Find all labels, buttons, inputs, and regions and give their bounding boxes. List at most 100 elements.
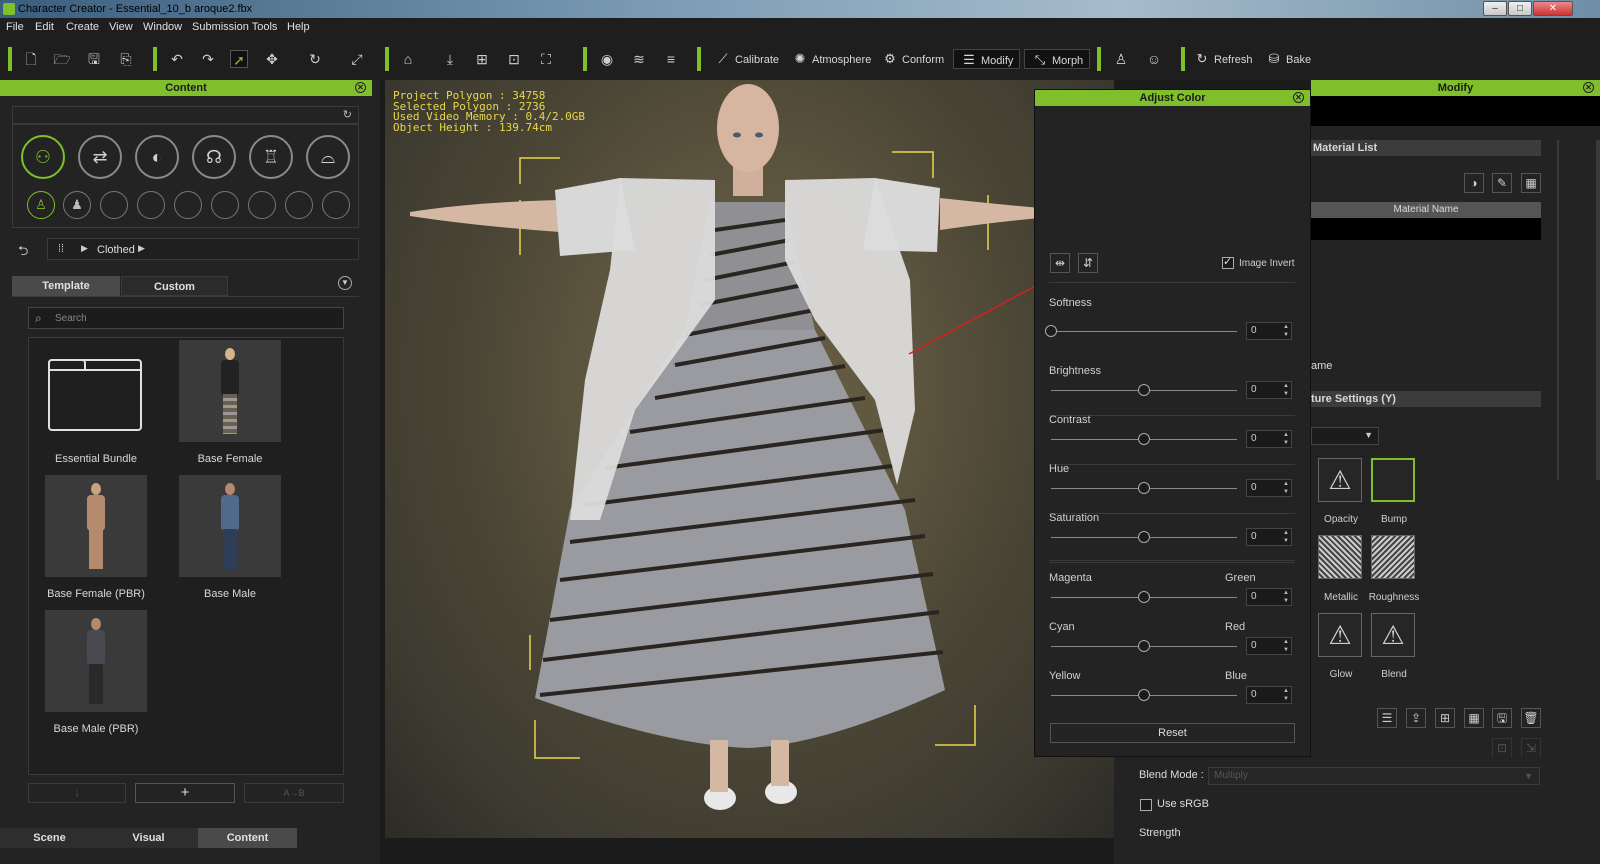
brightness-slider-knob[interactable] bbox=[1138, 384, 1150, 396]
chevron-down-icon[interactable]: ▼ bbox=[338, 276, 352, 290]
checker-icon[interactable]: ▦ bbox=[1464, 708, 1484, 728]
search-input[interactable]: ⌕ Search bbox=[28, 307, 344, 329]
breadcrumb-item[interactable]: Clothed bbox=[97, 244, 135, 256]
saturation-value-field[interactable]: 0 ▲ ▼ bbox=[1246, 528, 1292, 546]
refresh-button[interactable]: ↻ Refresh bbox=[1193, 49, 1253, 69]
folder-icon[interactable] bbox=[48, 359, 142, 431]
new-file-icon[interactable]: 🗋 bbox=[22, 50, 40, 68]
shader-icon[interactable]: ◑ bbox=[1464, 173, 1484, 193]
show-hide-icon[interactable]: ≋ bbox=[630, 50, 648, 68]
add-icon[interactable]: + bbox=[135, 783, 235, 803]
calibrate-button[interactable]: ⟋ Calibrate bbox=[714, 49, 779, 69]
tab-custom[interactable]: Custom bbox=[121, 276, 228, 296]
morph-category-icon[interactable]: ⇄ bbox=[78, 135, 122, 179]
roughness-noise-texture[interactable] bbox=[1371, 535, 1415, 579]
texture-channel-select[interactable]: ▼ bbox=[1311, 427, 1379, 445]
close-window-button[interactable]: ✕ bbox=[1533, 1, 1573, 16]
metallic-noise-texture[interactable] bbox=[1318, 535, 1362, 579]
flip-vertical-icon[interactable]: ⇵ bbox=[1078, 253, 1098, 273]
hue-value-field[interactable]: 0 ▲ ▼ bbox=[1246, 479, 1292, 497]
cloth-category-icon[interactable]: ♖ bbox=[249, 135, 293, 179]
spinner-arrows-icon[interactable]: ▲ ▼ bbox=[1282, 687, 1290, 703]
use-srgb-checkbox[interactable] bbox=[1140, 799, 1152, 811]
delete-icon[interactable]: 🗑 bbox=[1521, 708, 1541, 728]
reset-button[interactable]: Reset bbox=[1050, 723, 1295, 743]
empty-sub-slot[interactable] bbox=[174, 191, 202, 219]
save-as-icon[interactable]: ⎘ bbox=[117, 50, 135, 68]
conform-button[interactable]: ⚙ Conform bbox=[881, 49, 944, 69]
home-icon[interactable]: ⌂ bbox=[399, 50, 417, 68]
empty-sub-slot[interactable] bbox=[285, 191, 313, 219]
base-sub-icon[interactable]: ♟ bbox=[63, 191, 91, 219]
fit-icon[interactable]: ⊡ bbox=[505, 50, 523, 68]
move-icon[interactable]: ✥ bbox=[263, 50, 281, 68]
load-texture-icon[interactable]: ⇪ bbox=[1406, 708, 1426, 728]
select-arrow-icon[interactable]: ➚ bbox=[230, 50, 248, 68]
blend-slot[interactable]: ⚠ bbox=[1371, 613, 1415, 657]
scrollbar[interactable] bbox=[1557, 140, 1559, 480]
close-icon[interactable]: ✕ bbox=[1583, 82, 1594, 93]
texture-settings-icon[interactable]: ☰ bbox=[1377, 708, 1397, 728]
menu-file[interactable]: File bbox=[6, 21, 24, 33]
download-icon[interactable]: ↓ bbox=[28, 783, 126, 803]
undo-icon[interactable]: ↶ bbox=[168, 50, 186, 68]
base-female-thumbnail[interactable] bbox=[179, 340, 281, 442]
folder-tree-icon[interactable]: ⁞⁞ bbox=[58, 243, 64, 255]
frame-icon[interactable]: ⛶ bbox=[537, 50, 555, 68]
minimize-button[interactable]: – bbox=[1483, 1, 1507, 16]
atmosphere-button[interactable]: ✺ Atmosphere bbox=[791, 49, 872, 69]
menu-window[interactable]: Window bbox=[143, 21, 182, 33]
spinner-arrows-icon[interactable]: ▲ ▼ bbox=[1282, 638, 1290, 654]
material-list-row[interactable] bbox=[1311, 218, 1541, 240]
cyan-slider-knob[interactable] bbox=[1138, 640, 1150, 652]
opacity-slot[interactable]: ⚠ bbox=[1318, 458, 1362, 502]
accessory-category-icon[interactable]: ⌓ bbox=[306, 135, 350, 179]
refresh-small-icon[interactable]: ↻ bbox=[343, 108, 352, 121]
tab-content[interactable]: Content bbox=[198, 828, 297, 848]
bump-slot[interactable] bbox=[1371, 458, 1415, 502]
empty-sub-slot[interactable] bbox=[248, 191, 276, 219]
spinner-arrows-icon[interactable]: ▲ ▼ bbox=[1282, 382, 1290, 398]
save-texture-icon[interactable]: 🖫 bbox=[1492, 708, 1512, 728]
back-icon[interactable]: ⮌ bbox=[18, 242, 28, 264]
clothed-sub-icon[interactable]: ♙ bbox=[27, 191, 55, 219]
maximize-button[interactable]: □ bbox=[1508, 1, 1532, 16]
wireframe-icon[interactable]: ≡ bbox=[662, 50, 680, 68]
image-invert-checkbox[interactable]: ✓ bbox=[1222, 256, 1234, 269]
panel-scrollbar[interactable] bbox=[1596, 140, 1600, 480]
yellow-slider-knob[interactable] bbox=[1138, 689, 1150, 701]
spinner-arrows-icon[interactable]: ▲ ▼ bbox=[1282, 431, 1290, 447]
flip-horizontal-icon[interactable]: ⇹ bbox=[1050, 253, 1070, 273]
bake-button[interactable]: ⛁ Bake bbox=[1265, 49, 1312, 69]
empty-sub-slot[interactable] bbox=[211, 191, 239, 219]
softness-slider-knob[interactable] bbox=[1045, 325, 1057, 337]
base-male-thumbnail[interactable] bbox=[179, 475, 281, 577]
character-category-icon[interactable]: ⚇ bbox=[21, 135, 65, 179]
menu-create[interactable]: Create bbox=[66, 21, 99, 33]
rotate-icon[interactable]: ↻ bbox=[306, 50, 324, 68]
softness-value-field[interactable]: 0 ▲ ▼ bbox=[1246, 322, 1292, 340]
empty-sub-slot[interactable] bbox=[137, 191, 165, 219]
menu-view[interactable]: View bbox=[109, 21, 133, 33]
blend-mode-select[interactable]: Multiply ▼ bbox=[1208, 767, 1540, 785]
hair-category-icon[interactable]: ☊ bbox=[192, 135, 236, 179]
tab-template[interactable]: Template bbox=[12, 276, 120, 296]
morph-button[interactable]: ⤡ Morph bbox=[1024, 49, 1091, 69]
spinner-arrows-icon[interactable]: ▲ ▼ bbox=[1282, 589, 1290, 605]
base-female-pbr-thumbnail[interactable] bbox=[45, 475, 147, 577]
center-icon[interactable]: ⊞ bbox=[473, 50, 491, 68]
eye-icon[interactable]: ◉ bbox=[598, 50, 616, 68]
empty-sub-slot[interactable] bbox=[100, 191, 128, 219]
eyedropper-icon[interactable]: ✎ bbox=[1492, 173, 1512, 193]
contrast-slider-knob[interactable] bbox=[1138, 433, 1150, 445]
material-list-bar[interactable]: Material List bbox=[1311, 140, 1541, 156]
magenta-value-field[interactable]: 0 ▲ ▼ bbox=[1246, 588, 1292, 606]
headshot-icon[interactable]: ☺ bbox=[1145, 50, 1163, 68]
base-male-pbr-thumbnail[interactable] bbox=[45, 610, 147, 712]
contrast-value-field[interactable]: 0 ▲ ▼ bbox=[1246, 430, 1292, 448]
redo-icon[interactable]: ↷ bbox=[199, 50, 217, 68]
drop-to-floor-icon[interactable]: ⤓ bbox=[441, 50, 459, 68]
empty-sub-slot[interactable] bbox=[322, 191, 350, 219]
texture-settings-bar[interactable]: ture Settings (Y) bbox=[1311, 391, 1541, 407]
disabled-icon[interactable]: ⊡ bbox=[1492, 738, 1512, 758]
